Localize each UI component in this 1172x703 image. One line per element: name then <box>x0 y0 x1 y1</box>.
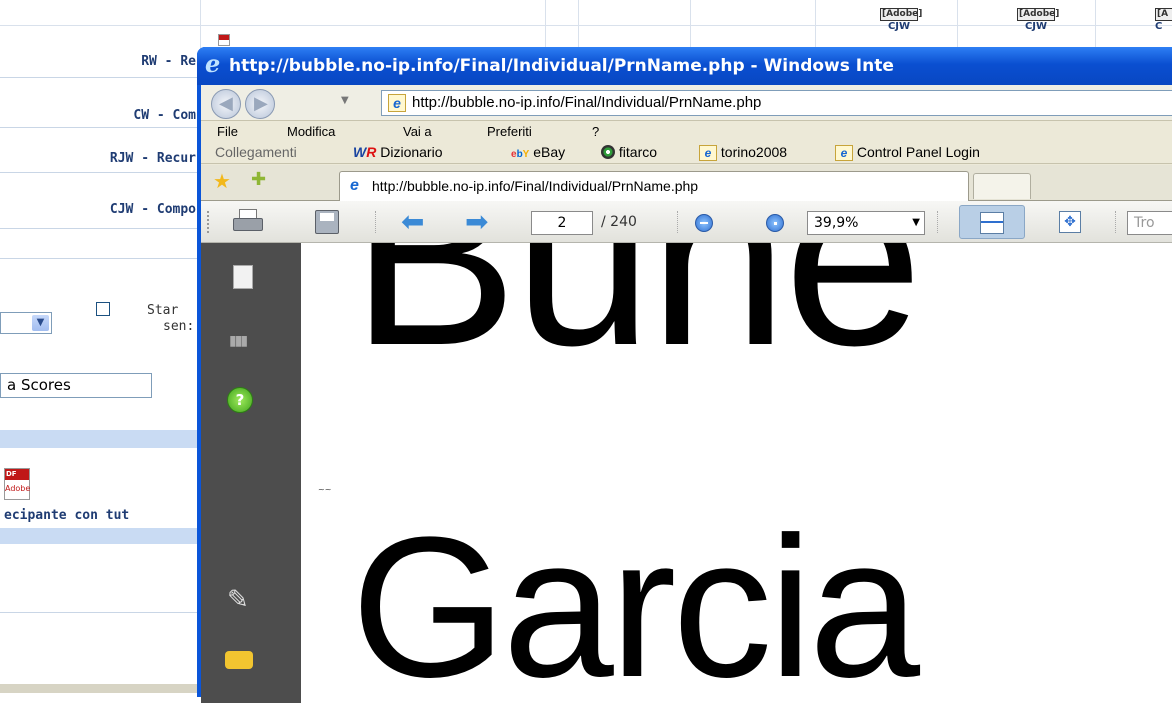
header-cell[interactable]: [Adobe] CJW <box>1017 8 1059 32</box>
pages-icon[interactable] <box>233 265 253 289</box>
next-page-icon[interactable]: ➡ <box>465 205 488 238</box>
forward-button[interactable]: ▶ <box>245 89 275 119</box>
chevron-down-icon: ▼ <box>32 315 49 331</box>
scores-field[interactable]: a Scores <box>0 373 152 398</box>
header-cell[interactable]: [A C <box>1155 8 1172 32</box>
menu-bar: File Modifica Vai a Preferiti ? <box>201 122 1172 142</box>
pdf-text-line-2: Garcia <box>351 496 920 703</box>
zoom-select[interactable]: 39,9% ▼ <box>807 211 925 235</box>
toolbar-grip <box>207 211 210 233</box>
fit-width-button[interactable] <box>959 205 1025 239</box>
title-bar[interactable]: e http://bubble.no-ip.info/Final/Individ… <box>197 47 1172 85</box>
link-control-panel[interactable]: e Control Panel Login <box>835 144 980 161</box>
zoom-in-icon[interactable] <box>766 214 784 232</box>
add-favorite-icon[interactable]: ✚ <box>251 169 266 190</box>
ie-page-icon: e <box>699 145 717 161</box>
new-tab-button[interactable] <box>973 173 1031 199</box>
pdf-text-line-1: Bune <box>351 243 923 397</box>
checkbox[interactable] <box>96 302 110 316</box>
pdf-page: Bune ~~ Garcia <box>301 243 1172 703</box>
tab-active[interactable]: e http://bubble.no-ip.info/Final/Individ… <box>339 171 969 201</box>
link-torino2008[interactable]: e torino2008 <box>699 144 787 161</box>
arrow-right-icon: ▶ <box>254 93 268 114</box>
checkbox-label: Star sen: <box>147 303 195 334</box>
menu-item-preferiti[interactable]: Preferiti <box>487 124 532 139</box>
pdf-sidebar: ▮▮▮ ? ✎ <box>201 243 301 703</box>
arrow-left-icon: ◀ <box>219 93 233 114</box>
row-rw[interactable]: RW - Re <box>0 30 200 78</box>
page-total: / 240 <box>601 214 637 230</box>
pdf-toolbar: ⬅ ➡ 2 / 240 39,9% ▼ ✥ Tro <box>201 201 1172 243</box>
row-cw[interactable]: CW - Com <box>0 78 200 128</box>
browser-window[interactable]: e http://bubble.no-ip.info/Final/Individ… <box>197 47 1172 703</box>
links-label: Collegamenti <box>215 144 297 160</box>
ebay-icon: ebY <box>511 149 530 160</box>
row-cjw[interactable]: CJW - Compo <box>0 173 200 229</box>
print-icon[interactable] <box>233 209 263 235</box>
ie-icon: e <box>350 177 359 194</box>
ie-icon: e <box>205 49 221 78</box>
comments-icon[interactable] <box>225 651 253 669</box>
dropdown-select[interactable]: ▼ <box>0 312 52 334</box>
link-dizionario[interactable]: WR Dizionario <box>353 144 442 160</box>
pdf-icon-small <box>218 34 230 46</box>
fitarco-icon <box>601 145 615 159</box>
bookmarks-icon[interactable]: ▮▮▮ <box>229 333 257 349</box>
section-band <box>0 430 200 448</box>
row-rjw[interactable]: RJW - Recur <box>0 128 200 173</box>
find-input[interactable]: Tro <box>1127 211 1172 235</box>
wr-icon: WR <box>353 144 377 160</box>
address-field[interactable]: e http://bubble.no-ip.info/Final/Individ… <box>381 90 1172 116</box>
menu-item-modifica[interactable]: Modifica <box>287 124 335 139</box>
link-fitarco[interactable]: fitarco <box>601 144 657 160</box>
zoom-out-icon[interactable] <box>695 214 713 232</box>
help-icon[interactable]: ? <box>227 387 253 413</box>
tab-bar: ★ ✚ e http://bubble.no-ip.info/Final/Ind… <box>201 165 1172 201</box>
chevron-down-icon: ▼ <box>912 217 920 228</box>
back-button[interactable]: ◀ <box>211 89 241 119</box>
save-icon[interactable] <box>315 210 339 234</box>
links-bar: Collegamenti WR Dizionario ebY eBay fita… <box>201 142 1172 164</box>
prev-page-icon[interactable]: ⬅ <box>401 205 424 238</box>
link-ebay[interactable]: ebY eBay <box>511 144 565 160</box>
ie-page-icon: e <box>835 145 853 161</box>
page-number-input[interactable]: 2 <box>531 211 593 235</box>
fit-page-icon[interactable]: ✥ <box>1059 211 1081 233</box>
menu-item-vai-a[interactable]: Vai a <box>403 124 432 139</box>
history-dropdown-icon[interactable]: ▼ <box>341 95 349 106</box>
pdf-icon[interactable]: DF Adobe <box>4 468 30 500</box>
favorites-star-icon[interactable]: ★ <box>213 169 231 193</box>
ie-page-icon: e <box>388 94 406 112</box>
menu-item-help[interactable]: ? <box>592 124 599 139</box>
header-cell[interactable]: [Adobe] CJW <box>880 8 922 32</box>
pdf-link[interactable]: ecipante con tut <box>4 508 129 523</box>
menu-item-file[interactable]: File <box>217 124 238 139</box>
section-band <box>0 528 200 544</box>
pdf-small-mark: ~~ <box>318 485 332 494</box>
attachment-icon[interactable]: ✎ <box>227 585 249 615</box>
address-bar-row: ◀ ▶ ▼ e http://bubble.no-ip.info/Final/I… <box>201 85 1172 121</box>
